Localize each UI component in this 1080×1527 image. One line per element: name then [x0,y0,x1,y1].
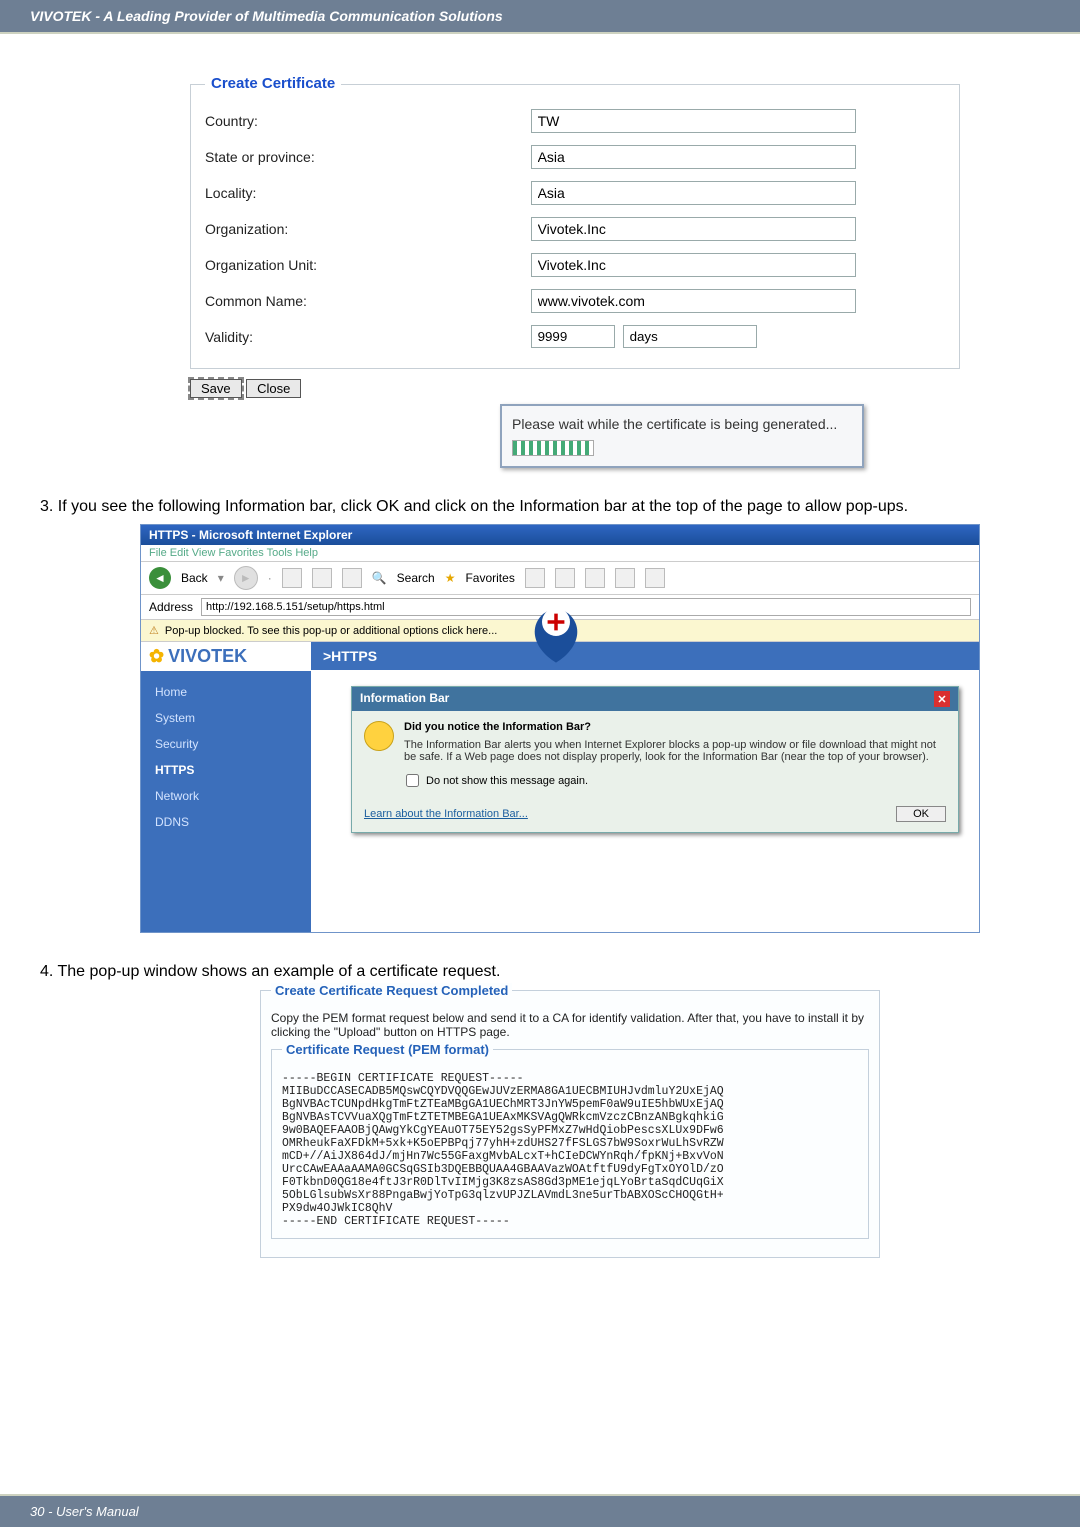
page-footer: 30 - User's Manual [0,1494,1080,1527]
learn-link[interactable]: Learn about the Information Bar... [364,808,528,820]
sidebar-item-home[interactable]: Home [141,679,311,705]
close-button[interactable]: Close [246,379,301,398]
sidebar-item-https[interactable]: HTTPS [141,757,311,783]
discuss-icon[interactable] [645,568,665,588]
page-header: VIVOTEK - A Leading Provider of Multimed… [0,0,1080,34]
search-icon[interactable]: 🔍 [372,571,387,585]
common-name-input[interactable] [531,289,857,313]
history-icon[interactable] [525,568,545,588]
warning-icon: ⚠ [149,624,159,637]
mail-icon[interactable] [555,568,575,588]
ie-sidebar: ✿ VIVOTEK Home System Security HTTPS Net… [141,642,311,932]
cert-buttons: Save Close [190,379,1040,398]
ok-button[interactable]: OK [896,806,946,822]
ie-window: HTTPS - Microsoft Internet Explorer File… [140,524,980,933]
state-label: State or province: [205,149,531,165]
save-button[interactable]: Save [190,379,242,398]
state-input[interactable] [531,145,857,169]
sidebar-item-network[interactable]: Network [141,783,311,809]
step3-text: 3. If you see the following Information … [40,496,1040,518]
vivotek-logo: ✿ VIVOTEK [141,642,311,671]
print-icon[interactable] [585,568,605,588]
logo-text: VIVOTEK [168,646,247,667]
pem-inner-panel: Certificate Request (PEM format) -----BE… [271,1049,869,1239]
organization-label: Organization: [205,221,531,237]
sidebar-item-security[interactable]: Security [141,731,311,757]
locality-input[interactable] [531,181,857,205]
cursor-icon [521,594,591,664]
locality-label: Locality: [205,185,531,201]
country-input[interactable] [531,109,857,133]
ie-menu-bar[interactable]: File Edit View Favorites Tools Help [141,545,979,561]
do-not-show-checkbox[interactable] [406,774,419,787]
common-name-label: Common Name: [205,293,531,309]
sidebar-item-system[interactable]: System [141,705,311,731]
org-unit-label: Organization Unit: [205,257,531,273]
popup-blocked-text: Pop-up blocked. To see this pop-up or ad… [165,625,497,637]
organization-input[interactable] [531,217,857,241]
forward-icon[interactable]: ► [234,566,258,590]
pem-body[interactable]: -----BEGIN CERTIFICATE REQUEST----- MIIB… [282,1072,858,1228]
back-label[interactable]: Back [181,571,208,585]
validity-unit-input[interactable] [623,325,757,348]
infobar-question: Did you notice the Information Bar? [404,721,946,733]
create-certificate-legend: Create Certificate [205,75,341,92]
step4-text: 4. The pop-up window shows an example of… [40,961,1040,983]
search-label[interactable]: Search [397,571,435,585]
ie-main: >HTTPS Information Bar ✕ Did you notice … [311,642,979,932]
ie-toolbar: ◄ Back ▾ ► · 🔍 Search ★ Favorites [141,561,979,595]
back-icon[interactable]: ◄ [149,567,171,589]
address-label: Address [149,600,193,614]
refresh-icon[interactable] [312,568,332,588]
close-icon[interactable]: ✕ [934,691,950,707]
infobar-desc: The Information Bar alerts you when Inte… [404,739,946,763]
sidebar-item-ddns[interactable]: DDNS [141,809,311,835]
pem-note: Copy the PEM format request below and se… [271,1011,869,1039]
progress-bar [512,440,594,456]
home-icon[interactable] [342,568,362,588]
create-certificate-panel: Create Certificate Country: State or pro… [190,84,960,369]
pem-outer-panel: Create Certificate Request Completed Cop… [260,990,880,1258]
favorites-icon[interactable]: ★ [445,571,456,585]
validity-label: Validity: [205,329,531,345]
logo-y-icon: ✿ [149,646,164,667]
generating-message: Please wait while the certificate is bei… [500,404,864,468]
stop-icon[interactable] [282,568,302,588]
pem-inner-legend: Certificate Request (PEM format) [282,1042,493,1057]
https-tab: >HTTPS [311,642,979,670]
org-unit-input[interactable] [531,253,857,277]
information-bar-dialog: Information Bar ✕ Did you notice the Inf… [351,686,959,833]
do-not-show-label: Do not show this message again. [426,775,588,787]
ie-title-bar: HTTPS - Microsoft Internet Explorer [141,525,979,545]
edit-icon[interactable] [615,568,635,588]
generating-text: Please wait while the certificate is bei… [512,416,837,432]
lightbulb-icon [364,721,394,751]
favorites-label[interactable]: Favorites [465,571,514,585]
pem-outer-legend: Create Certificate Request Completed [271,983,512,998]
country-label: Country: [205,113,531,129]
infobar-title: Information Bar [360,691,449,707]
validity-input[interactable] [531,325,615,348]
